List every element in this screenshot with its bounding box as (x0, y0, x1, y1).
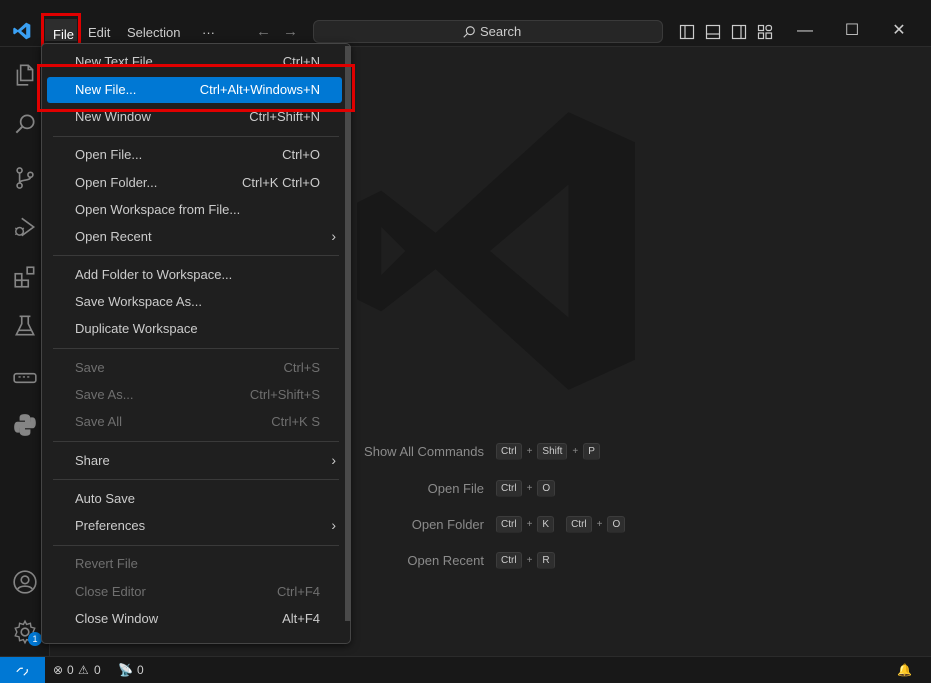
menu-item-open-workspace[interactable]: Open Workspace from File... (47, 197, 342, 223)
file-menu-dropdown: New Text File Ctrl+N New File... Ctrl+Alt+… (41, 43, 351, 644)
menu-more[interactable]: ··· (202, 24, 215, 42)
menu-item-open-file[interactable]: Open File... Ctrl+O (47, 142, 342, 168)
menu-selection[interactable]: Selection (127, 24, 180, 42)
search-icon[interactable] (12, 111, 38, 137)
ports-count[interactable]: 0 (137, 663, 144, 677)
highlight-frame (37, 64, 355, 112)
testing-icon[interactable] (12, 313, 38, 339)
menu-item-preferences[interactable]: Preferences › (47, 513, 342, 539)
menu-separator (53, 348, 339, 349)
accounts-icon[interactable] (12, 569, 38, 595)
source-control-icon[interactable] (12, 165, 38, 191)
search-label: Search (480, 24, 522, 39)
menu-file-label: File (53, 27, 74, 42)
menu-edit[interactable]: Edit (88, 24, 110, 42)
status-bar: ⊗ 0 ⚠ 0 📡 0 🔔 (0, 656, 931, 683)
minimize-icon[interactable]: — (794, 21, 816, 41)
menu-separator (53, 545, 339, 546)
warning-count[interactable]: 0 (94, 663, 101, 677)
menu-item-revert-file: Revert File (75, 556, 138, 571)
back-arrow-icon[interactable]: ← (256, 23, 271, 40)
explorer-icon[interactable] (12, 62, 38, 88)
menu-item-save-workspace-as[interactable]: Save Workspace As... (47, 289, 342, 315)
menu-separator (53, 255, 339, 256)
menu-item-auto-save[interactable]: Auto Save (47, 486, 342, 512)
menu-item-add-folder[interactable]: Add Folder to Workspace... (47, 262, 342, 288)
menu-separator (53, 136, 339, 137)
menu-item-save: Save Ctrl+S (75, 360, 320, 375)
notifications-bell-icon[interactable]: 🔔 (897, 663, 912, 677)
chevron-right-icon: › (331, 452, 336, 468)
menu-separator (53, 479, 339, 480)
menu-item-open-folder[interactable]: Open Folder... Ctrl+K Ctrl+O (47, 170, 342, 196)
toggle-primary-sidebar-icon[interactable] (679, 24, 695, 40)
remote-icon (16, 667, 28, 676)
toggle-secondary-sidebar-icon[interactable] (731, 24, 747, 40)
menu-item-save-as: Save As... Ctrl+Shift+S (75, 387, 320, 402)
accounts-badge: 1 (28, 632, 42, 646)
chevron-right-icon: › (331, 517, 336, 533)
remote-explorer-icon[interactable] (12, 365, 38, 391)
run-debug-icon[interactable] (12, 214, 38, 240)
ports-icon[interactable]: 📡 (118, 663, 133, 677)
menu-separator (53, 441, 339, 442)
remote-indicator[interactable] (0, 657, 45, 683)
extensions-icon[interactable] (12, 264, 38, 290)
menu-item-share[interactable]: Share › (47, 448, 342, 474)
vscode-logo-icon (13, 22, 31, 40)
menu-item-open-recent[interactable]: Open Recent › (47, 224, 342, 250)
customize-layout-icon[interactable] (757, 24, 773, 40)
toggle-panel-icon[interactable] (705, 24, 721, 40)
command-center-search[interactable]: Search (313, 20, 663, 43)
close-icon[interactable]: ✕ (888, 21, 910, 41)
errors-icon[interactable]: ⊗ (53, 663, 63, 677)
forward-arrow-icon[interactable]: → (283, 23, 298, 40)
menu-item-close-editor: Close Editor Ctrl+F4 (75, 584, 320, 599)
search-icon (463, 25, 475, 38)
warning-icon[interactable]: ⚠ (78, 663, 89, 677)
menu-scrollbar[interactable] (345, 46, 351, 621)
python-icon[interactable] (12, 412, 38, 438)
chevron-right-icon: › (331, 228, 336, 244)
menu-item-close-window[interactable]: Close Window Alt+F4 (47, 606, 342, 632)
menu-item-duplicate-workspace[interactable]: Duplicate Workspace (47, 316, 342, 342)
maximize-icon[interactable]: ☐ (841, 21, 863, 41)
title-bar: File Edit Selection ··· ← → Search — ☐ ✕ (0, 0, 931, 53)
vscode-watermark-icon (357, 112, 635, 390)
error-count[interactable]: 0 (67, 663, 74, 677)
menu-item-save-all: Save All Ctrl+K S (75, 414, 320, 429)
